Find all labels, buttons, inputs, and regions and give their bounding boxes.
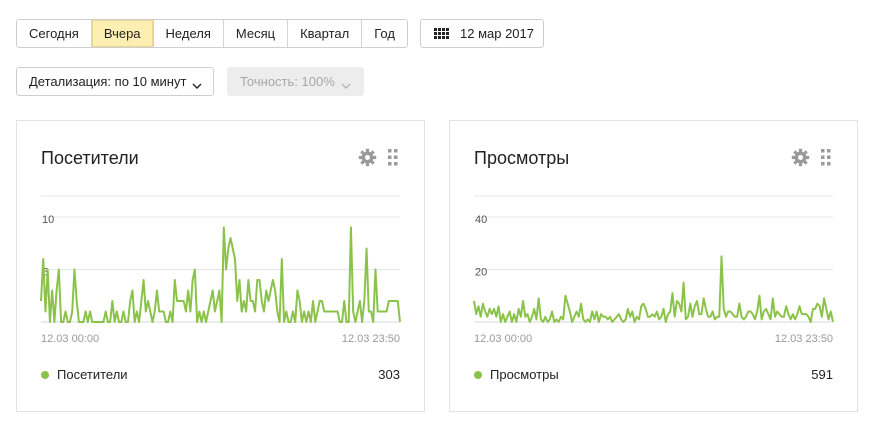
x-tick-label-end: 12.03 23:50: [342, 333, 400, 345]
period-yesterday-button[interactable]: Вчера: [91, 20, 154, 47]
accuracy-label: Точность: 100%: [240, 74, 335, 89]
legend: Посетители: [41, 367, 128, 382]
legend-marker: [474, 370, 482, 379]
date-picker-button[interactable]: 12 мар 2017: [420, 19, 544, 48]
visitors-chart: 10512.03 00:00 12.03 23:50: [40, 195, 401, 345]
period-year-button[interactable]: Год: [362, 20, 407, 47]
period-week-button[interactable]: Неделя: [153, 20, 224, 47]
period-today-button[interactable]: Сегодня: [17, 20, 92, 47]
x-tick-label-start: 12.03 00:00: [474, 333, 532, 345]
accuracy-dropdown: Точность: 100%: [227, 67, 364, 96]
pageviews-chart: 40 20 12.03 00:00 12.03 23:50: [473, 195, 834, 345]
period-quarter-button[interactable]: Квартал: [288, 20, 363, 47]
legend: Просмотры: [474, 367, 559, 382]
legend-total: 303: [378, 367, 400, 382]
y-tick-label: 10: [42, 214, 54, 226]
detail-dropdown[interactable]: Детализация: по 10 минут: [16, 67, 214, 96]
period-selector: Сегодня Вчера Неделя Месяц Квартал Год: [16, 19, 408, 48]
date-label: 12 мар 2017: [460, 26, 535, 41]
series-line: [40, 226, 401, 323]
legend-label: Просмотры: [490, 367, 559, 382]
y-tick-label: 40: [475, 214, 487, 226]
period-month-button[interactable]: Месяц: [223, 20, 289, 47]
detail-label: Детализация: по 10 минут: [29, 74, 187, 89]
calendar-icon: [434, 27, 450, 40]
legend-marker: [41, 370, 49, 379]
x-tick-label-start: 12.03 00:00: [41, 333, 99, 345]
series-line: [473, 255, 834, 323]
y-tick-label: 20: [475, 267, 487, 279]
legend-label: Посетители: [57, 367, 128, 382]
x-tick-label-end: 12.03 23:50: [775, 333, 833, 345]
visitors-widget: Посетители 10 5 12.03 00:00 12.03 23:50 …: [16, 120, 425, 412]
pageviews-widget: Просмотры 40 20 12.03 00:00 12.03 23:50 …: [449, 120, 858, 412]
legend-total: 591: [811, 367, 833, 382]
chevron-down-icon: [192, 78, 202, 89]
chevron-down-icon: [341, 78, 351, 89]
